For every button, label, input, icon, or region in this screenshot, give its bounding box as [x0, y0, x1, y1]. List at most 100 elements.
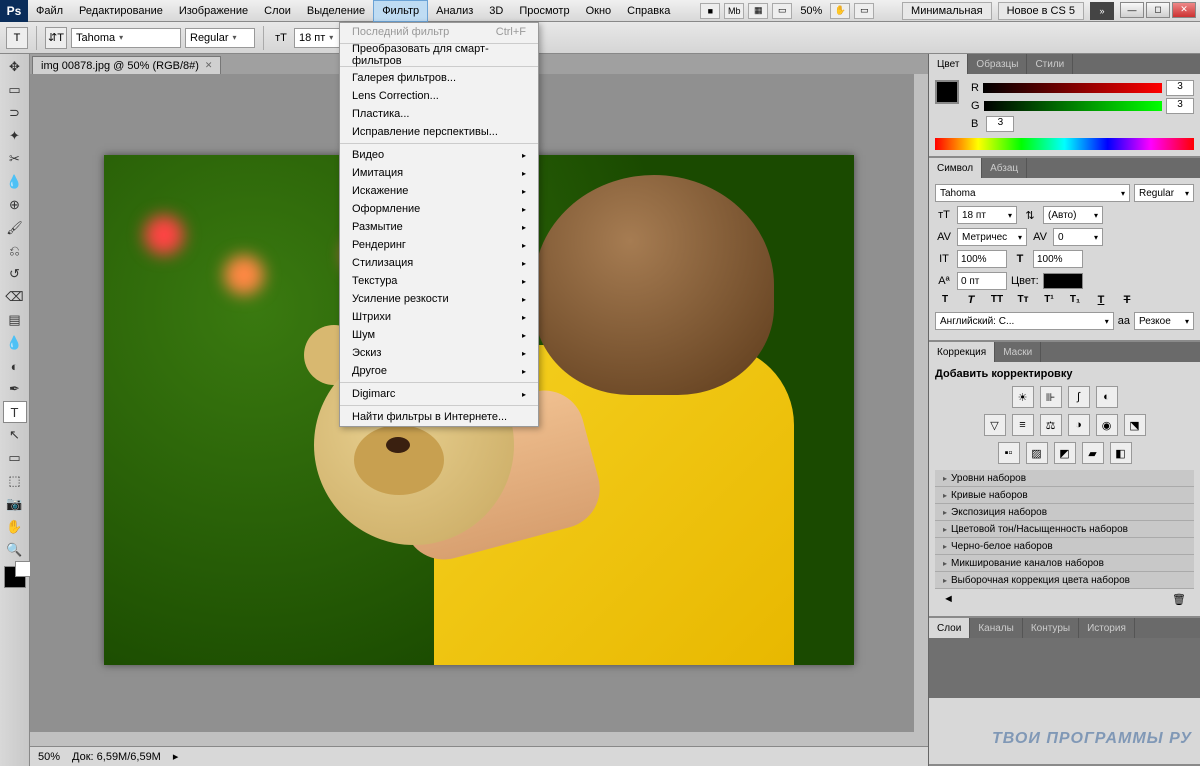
adj-trash-icon[interactable]: 🗑 [1172, 593, 1186, 606]
mb-hand-icon[interactable]: ✋ [830, 3, 850, 19]
faux-italic[interactable]: T [961, 294, 981, 306]
window-minimize[interactable]: — [1120, 2, 1144, 18]
filter-browse[interactable]: Найти фильтры в Интернете... [340, 408, 538, 426]
filter-vanish[interactable]: Исправление перспективы... [340, 123, 538, 141]
brush-tool[interactable]: 🖌 [3, 217, 27, 239]
g-slider[interactable] [984, 101, 1162, 111]
window-close[interactable]: ✕ [1172, 2, 1196, 18]
filter-lens[interactable]: Lens Correction... [340, 87, 538, 105]
filter-smart[interactable]: Преобразовать для смарт-фильтров [340, 46, 538, 64]
filter-sharpen[interactable]: Усиление резкости [340, 290, 538, 308]
adj-brightness-icon[interactable]: ☀ [1012, 386, 1034, 408]
tool-preset-icon[interactable]: T [6, 27, 28, 49]
preset-mixer[interactable]: Микширование каналов наборов [935, 555, 1194, 572]
preset-hue[interactable]: Цветовой тон/Насыщенность наборов [935, 521, 1194, 538]
menu-file[interactable]: Файл [28, 0, 71, 22]
menu-3d[interactable]: 3D [481, 0, 511, 22]
filter-blur[interactable]: Размытие [340, 218, 538, 236]
workspace-minimal[interactable]: Минимальная [902, 2, 992, 20]
char-kerning[interactable]: Метричес [957, 228, 1027, 246]
menu-view[interactable]: Просмотр [511, 0, 577, 22]
zoom-tool[interactable]: 🔍 [3, 539, 27, 561]
adj-invert-icon[interactable]: ▪▫ [998, 442, 1020, 464]
preset-exposure[interactable]: Экспозиция наборов [935, 504, 1194, 521]
char-vscale[interactable] [957, 250, 1007, 268]
workspace-expand-icon[interactable]: » [1090, 2, 1114, 20]
eraser-tool[interactable]: ⌫ [3, 286, 27, 308]
status-zoom[interactable]: 50% [38, 751, 60, 763]
menu-select[interactable]: Выделение [299, 0, 373, 22]
menu-layers[interactable]: Слои [256, 0, 299, 22]
menu-filter[interactable]: Фильтр [373, 0, 428, 22]
crop-tool[interactable]: ✂ [3, 148, 27, 170]
char-leading[interactable]: (Авто) [1043, 206, 1103, 224]
adj-poster-icon[interactable]: ▨ [1026, 442, 1048, 464]
preset-bw[interactable]: Черно-белое наборов [935, 538, 1194, 555]
tab-character[interactable]: Символ [929, 158, 982, 178]
dodge-tool[interactable]: ◐ [3, 355, 27, 377]
char-aa[interactable]: Резкое [1134, 312, 1194, 330]
menu-edit[interactable]: Редактирование [71, 0, 171, 22]
mb-bridge-icon[interactable]: ■ [700, 3, 720, 19]
status-arrow-icon[interactable]: ▸ [173, 750, 179, 763]
eyedropper-tool[interactable]: 💧 [3, 171, 27, 193]
tab-paragraph[interactable]: Абзац [982, 158, 1027, 178]
b-value[interactable]: 3 [986, 116, 1014, 132]
r-value[interactable]: 3 [1166, 80, 1194, 96]
smallcaps[interactable]: Tт [1013, 294, 1033, 306]
g-value[interactable]: 3 [1166, 98, 1194, 114]
filter-render[interactable]: Рендеринг [340, 236, 538, 254]
filter-sketch[interactable]: Эскиз [340, 344, 538, 362]
filter-digimarc[interactable]: Digimarc [340, 385, 538, 403]
filter-distort[interactable]: Искажение [340, 182, 538, 200]
tab-color[interactable]: Цвет [929, 54, 968, 74]
filter-pixelate[interactable]: Оформление [340, 200, 538, 218]
char-hscale[interactable] [1033, 250, 1083, 268]
close-icon[interactable]: ✕ [205, 60, 213, 71]
menu-window[interactable]: Окно [578, 0, 620, 22]
zoom-display[interactable]: 50% [794, 5, 828, 17]
adj-hue-icon[interactable]: ≡ [1012, 414, 1034, 436]
scrollbar-horizontal[interactable] [30, 732, 928, 746]
allcaps[interactable]: TT [987, 294, 1007, 306]
filter-video[interactable]: Видео [340, 146, 538, 164]
adj-balance-icon[interactable]: ⚖ [1040, 414, 1062, 436]
3d-camera-tool[interactable]: 📷 [3, 493, 27, 515]
char-tracking[interactable]: 0 [1053, 228, 1103, 246]
window-maximize[interactable]: ◻ [1146, 2, 1170, 18]
lasso-tool[interactable]: ⊃ [3, 102, 27, 124]
workspace-cs5[interactable]: Новое в CS 5 [998, 2, 1084, 20]
tab-channels[interactable]: Каналы [970, 618, 1023, 638]
adj-levels-icon[interactable]: ⊪ [1040, 386, 1062, 408]
underline[interactable]: T [1091, 294, 1111, 306]
faux-bold[interactable]: T [935, 294, 955, 306]
font-style-select[interactable]: Regular [185, 28, 255, 48]
text-orientation-icon[interactable]: ⇵T [45, 27, 67, 49]
mb-mb-icon[interactable]: Mb [724, 3, 744, 19]
shape-tool[interactable]: ▭ [3, 447, 27, 469]
panel-color-swatch[interactable] [935, 80, 959, 104]
adj-threshold-icon[interactable]: ◩ [1054, 442, 1076, 464]
filter-liquify[interactable]: Пластика... [340, 105, 538, 123]
filter-other[interactable]: Другое [340, 362, 538, 380]
r-slider[interactable] [983, 83, 1162, 93]
char-color[interactable] [1043, 273, 1083, 289]
adj-gradmap-icon[interactable]: ▰ [1082, 442, 1104, 464]
adj-curves-icon[interactable]: ∫ [1068, 386, 1090, 408]
adj-exposure-icon[interactable]: ◐ [1096, 386, 1118, 408]
char-lang[interactable]: Английский: С... [935, 312, 1114, 330]
char-size[interactable]: 18 пт [957, 206, 1017, 224]
stamp-tool[interactable]: ⎌ [3, 240, 27, 262]
adj-vibrance-icon[interactable]: ▽ [984, 414, 1006, 436]
hue-strip[interactable] [935, 138, 1194, 150]
blur-tool[interactable]: 💧 [3, 332, 27, 354]
tab-styles[interactable]: Стили [1027, 54, 1073, 74]
pen-tool[interactable]: ✒ [3, 378, 27, 400]
menu-image[interactable]: Изображение [171, 0, 256, 22]
color-swatches[interactable] [4, 566, 26, 588]
filter-stylize[interactable]: Стилизация [340, 254, 538, 272]
filter-noise[interactable]: Шум [340, 326, 538, 344]
adj-mixer-icon[interactable]: ⬔ [1124, 414, 1146, 436]
filter-texture[interactable]: Текстура [340, 272, 538, 290]
mb-arrange-icon[interactable]: ▭ [854, 3, 874, 19]
